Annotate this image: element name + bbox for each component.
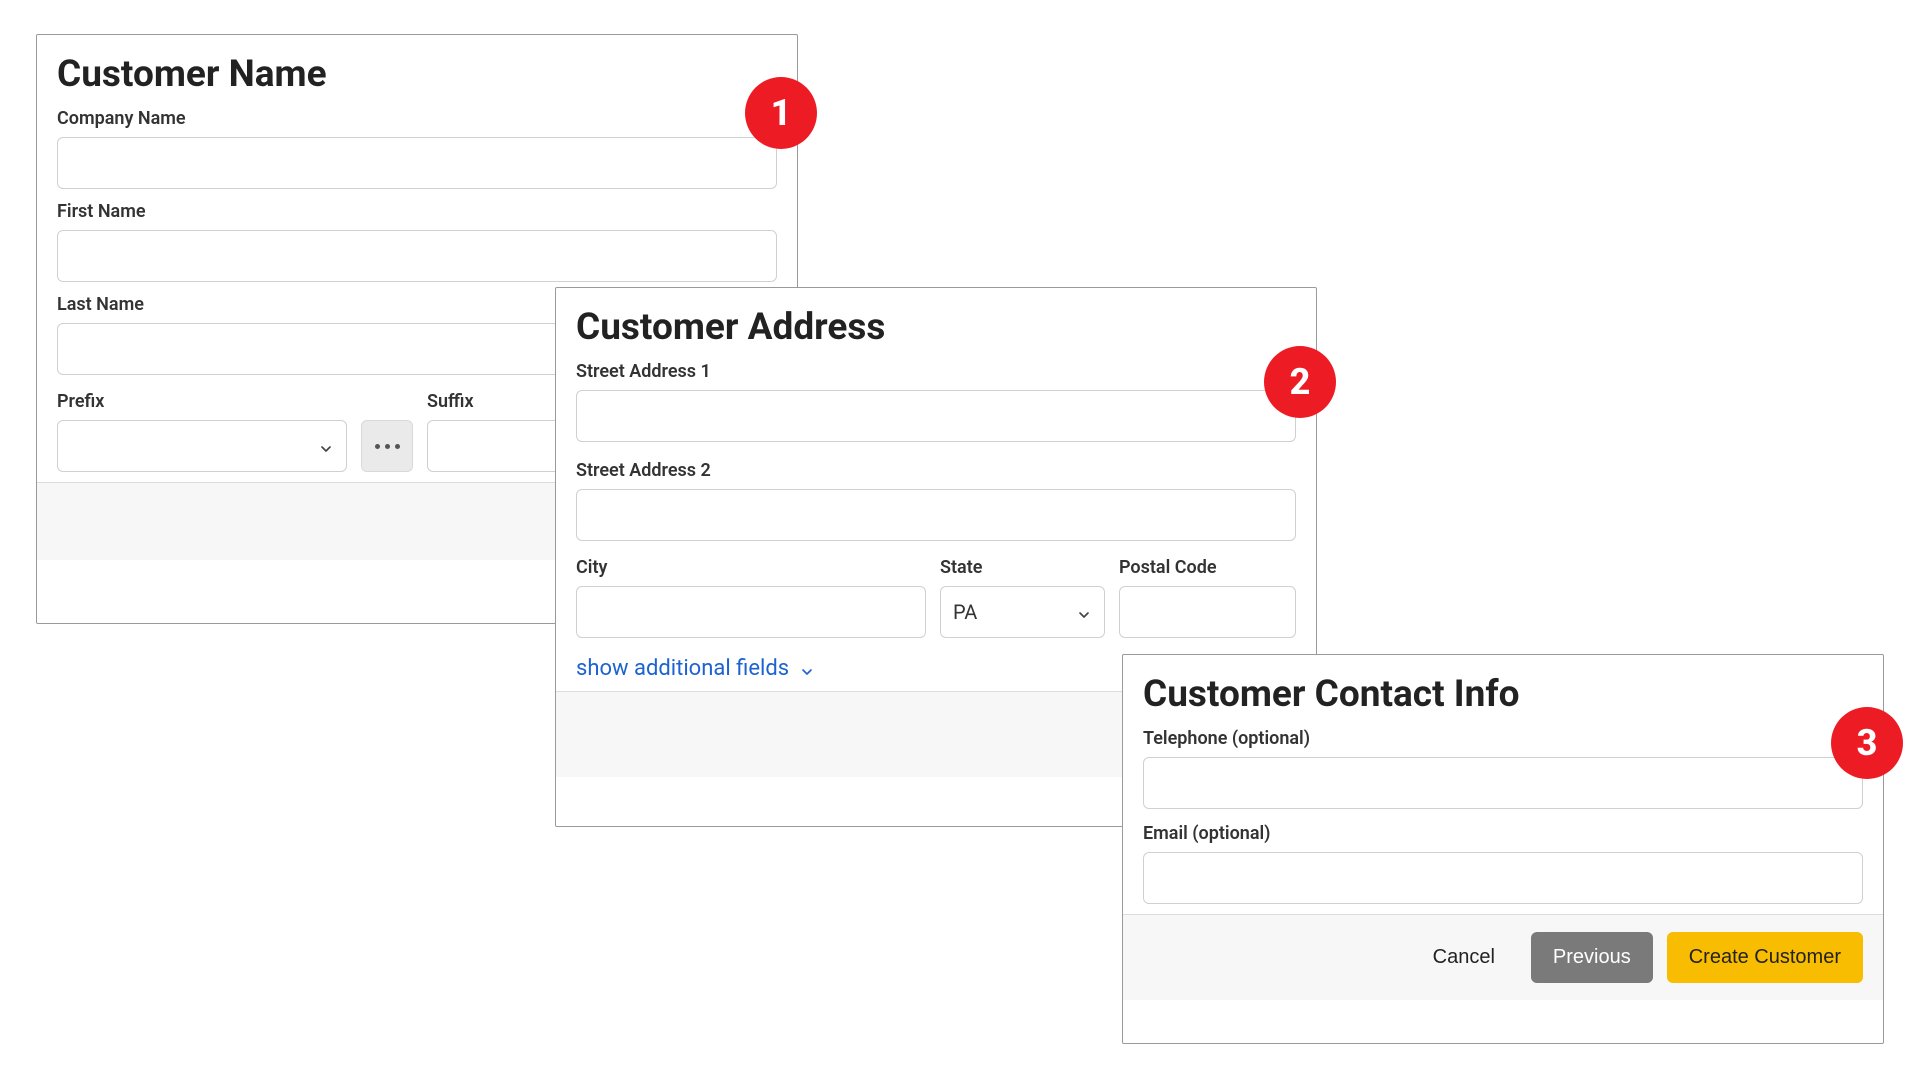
step-badge-1: 1 [745, 77, 817, 149]
step-badge-2: 2 [1264, 346, 1336, 418]
chevron-down-icon [799, 661, 815, 677]
create-customer-button[interactable]: Create Customer [1667, 932, 1863, 983]
telephone-label: Telephone (optional) [1143, 728, 1863, 749]
street2-label: Street Address 2 [576, 460, 1296, 481]
panel3-title: Customer Contact Info [1143, 673, 1863, 716]
previous-button[interactable]: Previous [1531, 932, 1653, 983]
show-additional-fields-link[interactable]: show additional fields [576, 656, 815, 681]
street2-input[interactable] [576, 489, 1296, 541]
step-badge-3: 3 [1831, 707, 1903, 779]
first-name-label: First Name [57, 201, 777, 222]
state-label: State [940, 557, 1105, 578]
panel3-footer: Cancel Previous Create Customer [1123, 914, 1883, 1000]
chevron-down-icon [1076, 604, 1092, 620]
state-select[interactable]: PA [940, 586, 1105, 638]
show-additional-fields-text: show additional fields [576, 656, 789, 681]
chevron-down-icon [318, 438, 334, 454]
company-name-label: Company Name [57, 108, 777, 129]
state-value: PA [953, 600, 977, 624]
cancel-button[interactable]: Cancel [1411, 932, 1517, 983]
city-input[interactable] [576, 586, 926, 638]
more-options-button[interactable] [361, 420, 413, 472]
prefix-select[interactable] [57, 420, 347, 472]
first-name-input[interactable] [57, 230, 777, 282]
company-name-input[interactable] [57, 137, 777, 189]
city-label: City [576, 557, 926, 578]
street1-label: Street Address 1 [576, 361, 1296, 382]
telephone-input[interactable] [1143, 757, 1863, 809]
panel1-title: Customer Name [57, 53, 777, 96]
ellipsis-icon [375, 444, 380, 449]
email-label: Email (optional) [1143, 823, 1863, 844]
panel-customer-contact: Customer Contact Info Telephone (optiona… [1122, 654, 1884, 1044]
prefix-label: Prefix [57, 391, 347, 412]
street1-input[interactable] [576, 390, 1296, 442]
postal-label: Postal Code [1119, 557, 1296, 578]
postal-input[interactable] [1119, 586, 1296, 638]
email-input[interactable] [1143, 852, 1863, 904]
panel2-title: Customer Address [576, 306, 1296, 349]
